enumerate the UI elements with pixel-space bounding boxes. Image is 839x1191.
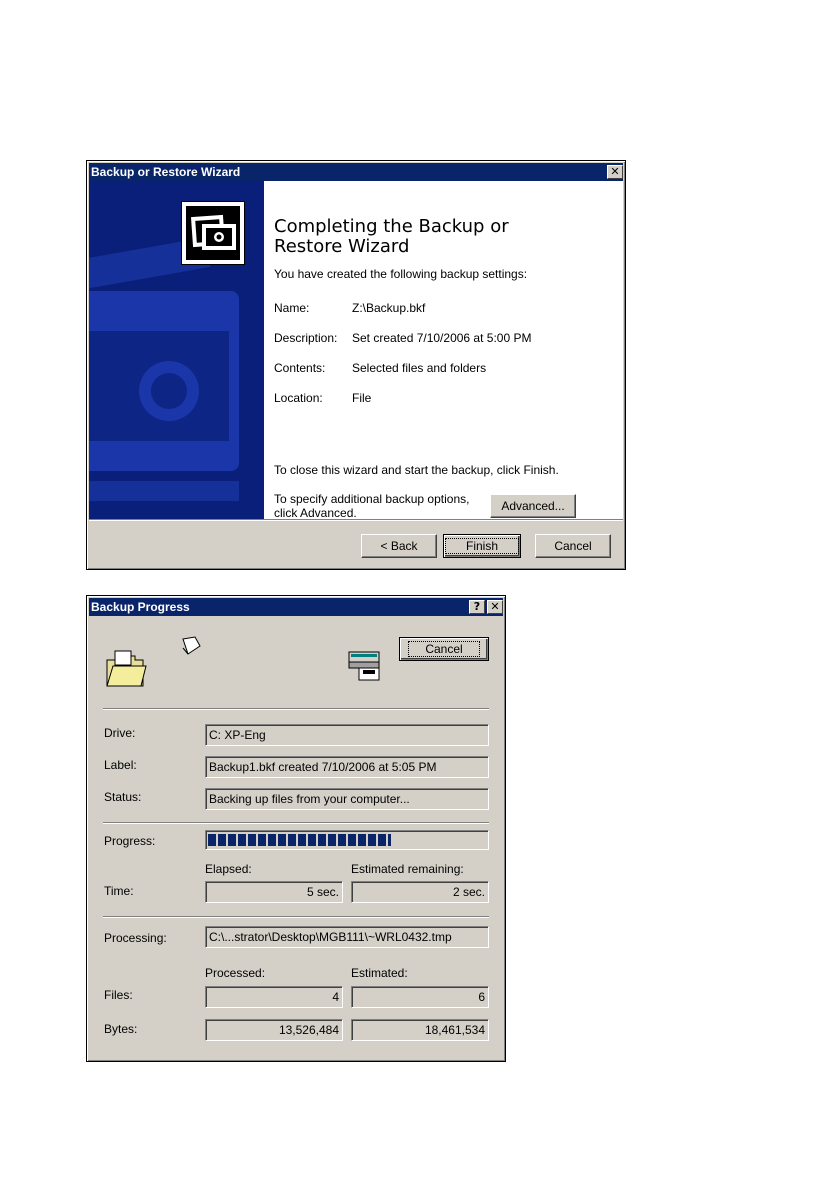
bytes-label: Bytes: <box>104 1022 138 1036</box>
wizard-content: Completing the Backup or Restore Wizard … <box>264 181 623 520</box>
elapsed-header: Elapsed: <box>205 862 252 876</box>
close-icon[interactable]: ✕ <box>487 600 503 614</box>
drive-field: C: XP-Eng <box>205 724 489 746</box>
elapsed-field: 5 sec. <box>205 881 343 903</box>
setting-location-label: Location: <box>274 391 323 405</box>
divider <box>103 708 489 710</box>
estimated-header: Estimated: <box>351 966 408 980</box>
label-field: Backup1.bkf created 7/10/2006 at 5:05 PM <box>205 756 489 778</box>
label-label: Label: <box>104 758 137 772</box>
back-button[interactable]: < Back <box>361 534 437 558</box>
heading-line-1: Completing the Backup or <box>274 216 509 237</box>
folder-icon <box>105 648 147 691</box>
backup-device-icon <box>347 648 383 685</box>
wizard-subtitle: You have created the following backup se… <box>274 267 528 281</box>
wizard-button-bar: < Back Finish Cancel <box>89 519 623 567</box>
flying-paper-icon <box>179 636 203 661</box>
advanced-instruction-line-2: click Advanced. <box>274 506 357 520</box>
progress-bar-fill <box>208 834 392 846</box>
remaining-field: 2 sec. <box>351 881 489 903</box>
advanced-instruction-line-1: To specify additional backup options, <box>274 492 470 506</box>
setting-description-value: Set created 7/10/2006 at 5:00 PM <box>352 331 532 345</box>
divider <box>103 916 489 918</box>
heading-line-2: Restore Wizard <box>274 236 410 257</box>
backup-wizard-window: Backup or Restore Wizard ✕ Completing th… <box>86 160 626 570</box>
wizard-titlebar[interactable]: Backup or Restore Wizard ✕ <box>89 163 623 181</box>
close-instruction: To close this wizard and start the backu… <box>274 463 559 477</box>
bytes-processed-field: 13,526,484 <box>205 1019 343 1041</box>
finish-button[interactable]: Finish <box>443 534 521 558</box>
drive-label: Drive: <box>104 726 136 740</box>
setting-description-label: Description: <box>274 331 338 345</box>
advanced-instruction: To specify additional backup options, cl… <box>274 492 484 520</box>
progress-titlebar[interactable]: Backup Progress ? ✕ <box>89 598 503 616</box>
progress-label: Progress: <box>104 834 156 848</box>
backup-wizard-icon <box>181 201 245 265</box>
setting-name-value: Z:\Backup.bkf <box>352 301 426 315</box>
setting-location-value: File <box>352 391 372 405</box>
progress-cancel-button[interactable]: Cancel <box>399 637 489 661</box>
status-label: Status: <box>104 790 142 804</box>
progress-title: Backup Progress <box>91 600 190 614</box>
finish-button-label: Finish <box>444 538 520 554</box>
setting-contents-value: Selected files and folders <box>352 361 487 375</box>
processed-header: Processed: <box>205 966 266 980</box>
status-field: Backing up files from your computer... <box>205 788 489 810</box>
progress-cancel-label: Cancel <box>408 641 480 657</box>
bytes-estimated-field: 18,461,534 <box>351 1019 489 1041</box>
files-label: Files: <box>104 988 133 1002</box>
divider <box>103 822 489 824</box>
backup-progress-window: Backup Progress ? ✕ Cancel Drive: C: XP-… <box>86 595 506 1062</box>
files-processed-field: 4 <box>205 986 343 1008</box>
cancel-button[interactable]: Cancel <box>535 534 611 558</box>
help-icon[interactable]: ? <box>469 600 485 614</box>
files-estimated-field: 6 <box>351 986 489 1008</box>
processing-label: Processing: <box>104 931 167 945</box>
advanced-button[interactable]: Advanced... <box>490 494 576 518</box>
wizard-title: Backup or Restore Wizard <box>91 165 241 179</box>
setting-contents-label: Contents: <box>274 361 326 375</box>
wizard-heading: Completing the Backup or Restore Wizard <box>274 217 509 257</box>
progress-bar <box>205 830 489 850</box>
remaining-header: Estimated remaining: <box>351 862 464 876</box>
wizard-sidebar-graphic <box>89 181 264 519</box>
time-label: Time: <box>104 884 134 898</box>
processing-field: C:\...strator\Desktop\MGB111\~WRL0432.tm… <box>205 926 489 948</box>
setting-name-label: Name: <box>274 301 310 315</box>
close-icon[interactable]: ✕ <box>607 165 623 179</box>
